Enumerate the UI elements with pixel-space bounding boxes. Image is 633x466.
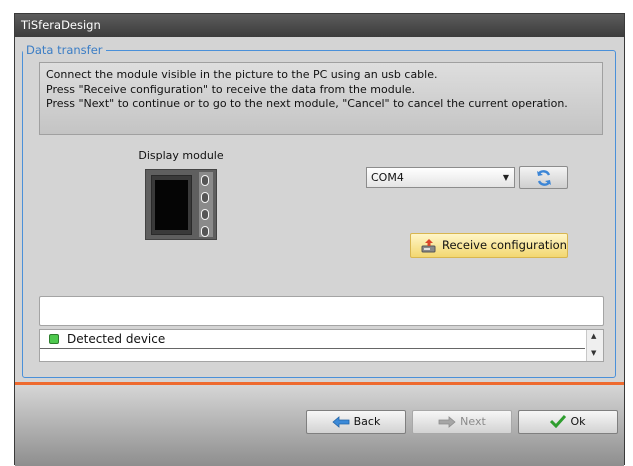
list-item[interactable]: Detected device [40,330,585,349]
ok-button[interactable]: Ok [518,410,618,434]
arrow-right-icon [438,416,456,428]
back-button-label: Back [353,415,381,428]
scroll-down-icon[interactable]: ▼ [591,349,596,357]
receive-configuration-label: Receive configuration [442,238,567,252]
module-key [201,209,209,220]
module-label: Display module [138,149,224,162]
detected-devices-list[interactable]: Detected device ▲ ▼ [39,329,604,362]
refresh-icon [537,170,551,186]
window-title: TiSferaDesign [15,14,624,37]
status-led-icon [49,334,59,344]
refresh-ports-button[interactable] [519,166,568,189]
next-button[interactable]: Next [412,410,512,434]
instructions-panel: Connect the module visible in the pictur… [39,62,603,135]
status-text-field[interactable] [39,296,604,326]
vertical-scrollbar[interactable]: ▲ ▼ [586,330,603,361]
download-device-icon [421,239,436,253]
module-key [201,192,209,203]
next-button-label: Next [460,415,486,428]
group-legend: Data transfer [23,43,106,57]
back-button[interactable]: Back [306,410,406,434]
port-select[interactable]: COM4 ▼ [366,167,515,188]
chevron-down-icon: ▼ [502,173,509,182]
dialog-window: TiSferaDesign Data transfer Connect the … [14,13,625,466]
module-key [201,175,209,186]
instruction-line-3: Press "Next" to continue or to go to the… [46,97,568,110]
receive-configuration-button[interactable]: Receive configuration [410,233,568,258]
display-module-image [145,169,217,240]
checkmark-icon [550,414,567,429]
instruction-line-1: Connect the module visible in the pictur… [46,68,438,81]
ok-button-label: Ok [570,415,586,428]
module-button-strip [199,172,213,237]
arrow-left-icon [332,416,350,428]
scroll-up-icon[interactable]: ▲ [591,332,596,340]
module-screen [155,180,188,230]
port-select-value: COM4 [371,171,404,184]
module-key [201,226,209,237]
instruction-line-2: Press "Receive configuration" to receive… [46,82,416,96]
list-item-label: Detected device [67,332,166,346]
